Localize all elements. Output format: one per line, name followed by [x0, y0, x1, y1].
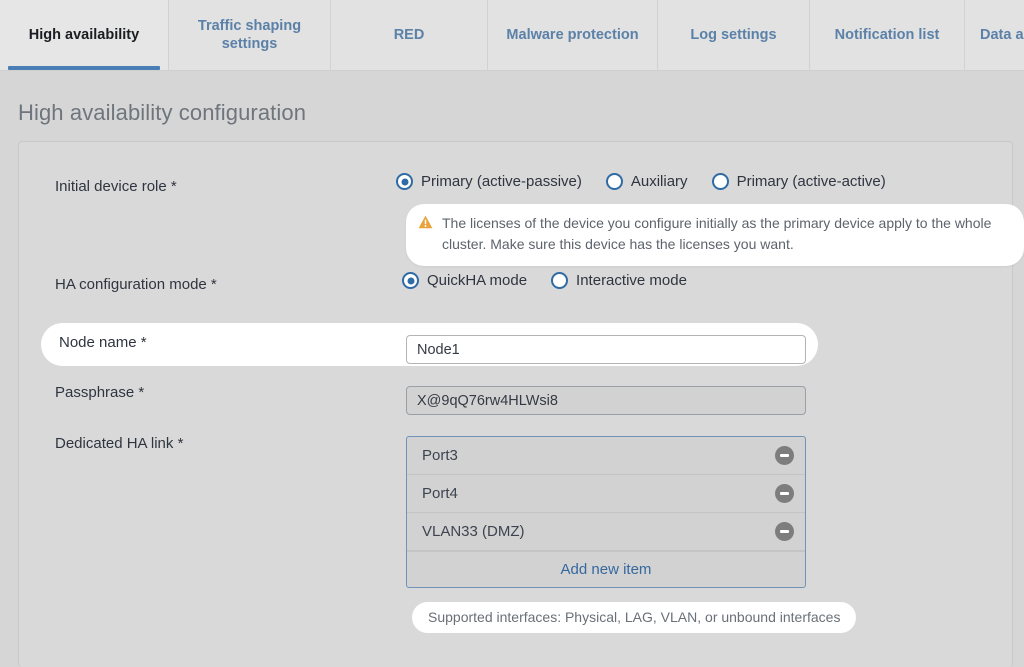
node-name-input[interactable] — [406, 335, 806, 364]
page-title: High availability configuration — [18, 100, 306, 126]
ha-configuration-mode-radio-group: QuickHA mode Interactive mode — [402, 272, 687, 289]
dedicated-ha-link-list: Port3 Port4 VLAN33 (DMZ) Add new item — [406, 436, 806, 588]
list-item[interactable]: Port4 — [407, 475, 805, 513]
node-name-label: Node name * — [59, 334, 147, 351]
tab-high-availability[interactable]: High availability — [0, 0, 168, 70]
radio-quickha-mode[interactable]: QuickHA mode — [402, 272, 527, 289]
initial-device-role-radio-group: Primary (active-passive) Auxiliary Prima… — [396, 173, 886, 190]
list-item[interactable]: VLAN33 (DMZ) — [407, 513, 805, 551]
tab-label: Data an — [980, 26, 1024, 44]
list-item-label: VLAN33 (DMZ) — [422, 523, 525, 540]
radio-checked-icon — [396, 173, 413, 190]
supported-interfaces-hint: Supported interfaces: Physical, LAG, VLA… — [412, 602, 856, 633]
device-role-warning-tooltip: The licenses of the device you configure… — [406, 204, 1024, 266]
tab-red[interactable]: RED — [330, 0, 487, 70]
add-new-item-button[interactable]: Add new item — [407, 551, 805, 587]
tab-data-anonymization[interactable]: Data an — [964, 0, 1024, 70]
passphrase-input[interactable] — [406, 386, 806, 415]
radio-label: Interactive mode — [576, 272, 687, 289]
tab-label: RED — [394, 26, 425, 44]
tab-label: Traffic shaping settings — [183, 17, 316, 53]
radio-primary-active-passive[interactable]: Primary (active-passive) — [396, 173, 582, 190]
tab-log-settings[interactable]: Log settings — [657, 0, 809, 70]
remove-icon[interactable] — [775, 522, 794, 541]
radio-checked-icon — [402, 272, 419, 289]
tab-label: Log settings — [690, 26, 776, 44]
list-item-label: Port3 — [422, 447, 458, 464]
tab-notification-list[interactable]: Notification list — [809, 0, 964, 70]
initial-device-role-label: Initial device role * — [55, 178, 177, 195]
radio-unchecked-icon — [712, 173, 729, 190]
warning-triangle-icon — [418, 215, 433, 234]
warning-text: The licenses of the device you configure… — [442, 213, 1010, 255]
radio-unchecked-icon — [551, 272, 568, 289]
ha-configuration-mode-label: HA configuration mode * — [55, 276, 217, 293]
radio-label: QuickHA mode — [427, 272, 527, 289]
passphrase-label: Passphrase * — [55, 384, 144, 401]
tab-bar: High availability Traffic shaping settin… — [0, 0, 1024, 71]
radio-auxiliary[interactable]: Auxiliary — [606, 173, 688, 190]
radio-interactive-mode[interactable]: Interactive mode — [551, 272, 687, 289]
radio-label: Auxiliary — [631, 173, 688, 190]
list-item-label: Port4 — [422, 485, 458, 502]
tab-label: Malware protection — [506, 26, 638, 44]
tab-label: High availability — [29, 26, 139, 44]
radio-primary-active-active[interactable]: Primary (active-active) — [712, 173, 886, 190]
remove-icon[interactable] — [775, 484, 794, 503]
radio-label: Primary (active-passive) — [421, 173, 582, 190]
tab-label: Notification list — [835, 26, 940, 44]
radio-unchecked-icon — [606, 173, 623, 190]
radio-label: Primary (active-active) — [737, 173, 886, 190]
tab-malware-protection[interactable]: Malware protection — [487, 0, 657, 70]
ha-configuration-card: Initial device role * Primary (active-pa… — [18, 141, 1013, 667]
tab-traffic-shaping-settings[interactable]: Traffic shaping settings — [168, 0, 330, 70]
list-item[interactable]: Port3 — [407, 437, 805, 475]
dedicated-ha-link-label: Dedicated HA link * — [55, 435, 183, 452]
remove-icon[interactable] — [775, 446, 794, 465]
